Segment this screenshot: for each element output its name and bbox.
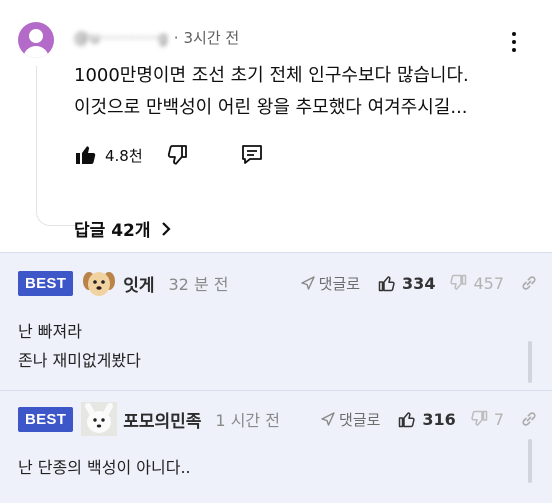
more-vert-icon[interactable] [507, 30, 521, 54]
view-replies-button[interactable]: 답글 42개 [74, 216, 171, 241]
comment-line: 난 단종의 백성이 아니다.. [18, 458, 191, 477]
dislike-button[interactable] [165, 143, 189, 167]
white-dog-avatar-icon[interactable] [81, 402, 118, 436]
like-count: 4.8천 [105, 146, 143, 165]
best-badge: BEST [18, 270, 74, 296]
scrollbar[interactable] [528, 341, 532, 383]
chevron-right-icon [161, 221, 171, 236]
comment-item: BEST 포모의민족 1 시간 전 댓글로 316 7 난 단종의 백성이 아니… [0, 391, 552, 503]
link-icon[interactable] [520, 274, 538, 292]
meta-separator: · [173, 28, 179, 47]
comment-text-line: 1000만명이면 조선 초기 전체 인구수보다 많습니다. [74, 65, 469, 86]
upvote-count: 334 [402, 273, 436, 293]
comment-header: BEST 잇게 32 분 전 댓글로 334 457 [18, 265, 538, 301]
downvote-count: 7 [493, 409, 504, 429]
comment-actions: 댓글로 316 7 [321, 401, 538, 437]
thumbs-up-icon [378, 276, 395, 292]
like-icon [76, 146, 96, 164]
downvote-count: 457 [473, 273, 504, 293]
comment-nickname[interactable]: 잇게 [123, 271, 154, 296]
user-avatar-icon[interactable] [18, 22, 54, 58]
like-button[interactable]: 4.8천 [74, 143, 143, 167]
thumbs-down-icon [450, 274, 467, 290]
reply-icon [241, 145, 262, 164]
reply-label: 댓글로 [318, 274, 361, 293]
downvote-button[interactable]: 457 [449, 274, 504, 293]
comment-body: 난 빠져라 존나 재미없게봤다 [18, 317, 141, 375]
comment-timestamp[interactable]: 3시간 전 [184, 27, 240, 48]
comment-actions: 4.8천 [74, 141, 265, 169]
reply-to-comment-button[interactable]: 댓글로 [321, 409, 380, 430]
comment-header: BEST 포모의민족 1 시간 전 댓글로 316 7 [18, 401, 538, 437]
upvote-button[interactable]: 334 [378, 274, 435, 293]
reply-label: 댓글로 [339, 410, 381, 429]
comment-text-line: 이것으로 만백성이 어린 왕을 추모했다 여겨주시길... [74, 97, 468, 118]
comment-text: 1000만명이면 조선 초기 전체 인구수보다 많습니다. 이것으로 만백성이 … [74, 60, 469, 124]
upvote-button[interactable]: 316 [398, 409, 456, 429]
thumbs-up-icon [399, 412, 416, 428]
best-badge: BEST [18, 406, 74, 432]
reply-button[interactable] [239, 142, 265, 168]
comment-line: 존나 재미없게봤다 [18, 351, 141, 370]
reply-to-comment-button[interactable]: 댓글로 [300, 273, 361, 294]
best-comments-board: BEST 잇게 32 분 전 댓글로 334 457 난 빠져라 존나 재미없게… [0, 252, 552, 503]
puppy-avatar-icon[interactable] [81, 266, 117, 300]
comment-nickname[interactable]: 포모의민족 [123, 407, 201, 432]
replies-label: 답글 42개 [74, 221, 151, 241]
send-arrow-icon [321, 412, 335, 426]
comment-item: BEST 잇게 32 분 전 댓글로 334 457 난 빠져라 존나 재미없게… [0, 253, 552, 383]
comment-meta: @u··········g · 3시간 전 [74, 27, 239, 48]
comment-time: 1 시간 전 [215, 411, 280, 430]
comment-actions: 댓글로 334 457 [300, 265, 538, 301]
comment-line: 난 빠져라 [18, 322, 82, 341]
thread-line [36, 66, 76, 226]
scrollbar[interactable] [528, 439, 532, 483]
comment-time: 32 분 전 [168, 275, 229, 294]
send-arrow-icon [300, 276, 315, 290]
comment-body: 난 단종의 백성이 아니다.. [18, 453, 191, 482]
youtube-comment: @u··········g · 3시간 전 1000만명이면 조선 초기 전체 … [0, 0, 552, 252]
link-icon[interactable] [520, 410, 538, 428]
downvote-button[interactable]: 7 [470, 410, 504, 429]
comment-author-handle[interactable]: @u··········g [74, 29, 169, 47]
dislike-icon [167, 145, 187, 165]
thumbs-down-icon [471, 410, 488, 426]
upvote-count: 316 [422, 409, 456, 429]
